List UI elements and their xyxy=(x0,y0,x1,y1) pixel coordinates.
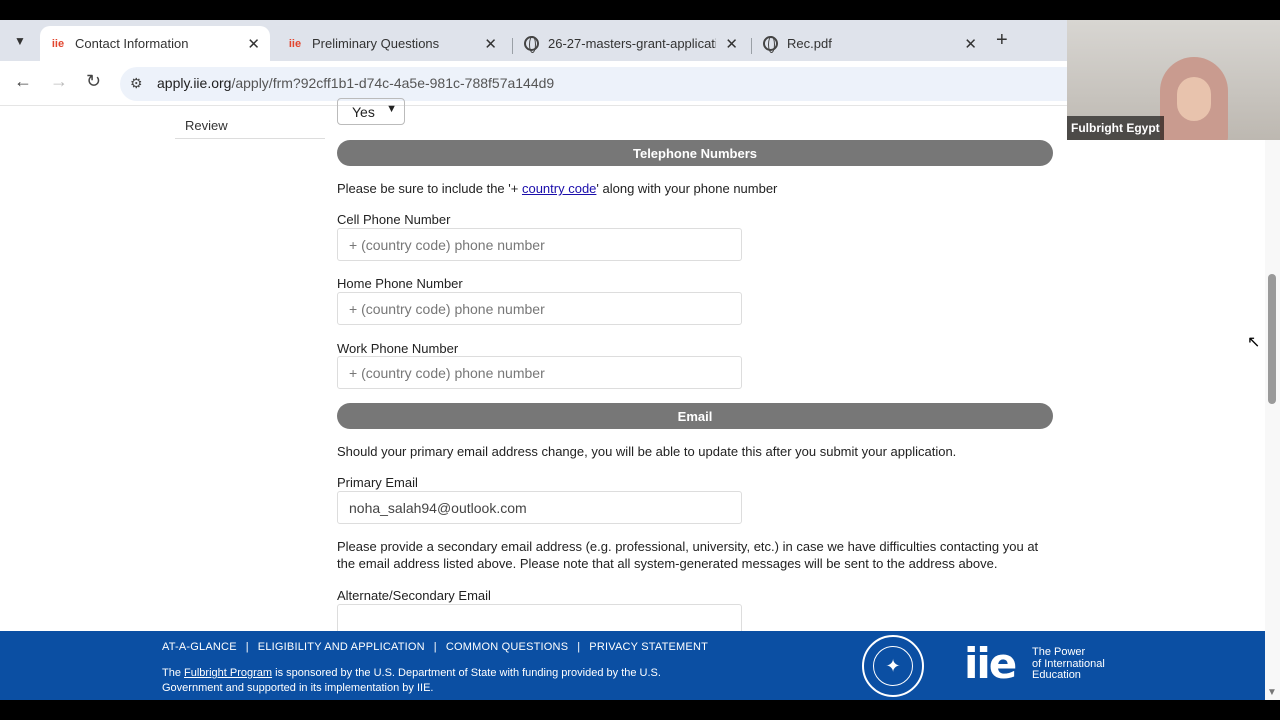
url-domain: apply.iie.org xyxy=(157,75,232,91)
cell-phone-input[interactable]: + (country code) phone number xyxy=(337,228,742,261)
video-call-thumbnail[interactable]: Fulbright Egypt xyxy=(1067,20,1280,140)
globe-icon xyxy=(524,36,539,53)
footer-separator: | xyxy=(433,641,437,653)
close-tab-icon[interactable]: ✕ xyxy=(725,35,738,53)
address-toolbar: ← → ↻ ⚙ apply.iie.org/apply/frm?92cff1b1… xyxy=(0,61,1067,106)
scrollbar-track[interactable] xyxy=(1265,140,1280,700)
url-text[interactable]: apply.iie.org/apply/frm?92cff1b1-d74c-4a… xyxy=(157,75,554,91)
tab-preliminary-questions[interactable]: iie Preliminary Questions ✕ xyxy=(277,26,507,61)
footer-link-privacy-statement[interactable]: PRIVACY STATEMENT xyxy=(589,641,708,653)
footer-separator: | xyxy=(577,641,581,653)
cell-phone-label: Cell Phone Number xyxy=(337,212,451,227)
globe-icon xyxy=(763,36,778,53)
close-tab-icon[interactable]: ✕ xyxy=(247,35,260,53)
yes-no-select[interactable]: Yes ▼ xyxy=(337,98,405,125)
back-arrow-icon[interactable]: ← xyxy=(14,71,32,92)
tagline-line: Education xyxy=(1032,669,1081,681)
telephone-section-header: Telephone Numbers xyxy=(337,140,1053,166)
tab-title: Rec.pdf xyxy=(787,36,832,51)
tab-strip: ▼ iie Contact Information ✕ iie Prelimin… xyxy=(0,20,1067,61)
alternate-email-label: Alternate/Secondary Email xyxy=(337,588,491,603)
forward-arrow-icon[interactable]: → xyxy=(50,71,68,92)
tab-title: 26-27-masters-grant-applicatio xyxy=(548,36,716,51)
email-section-header: Email xyxy=(337,403,1053,429)
iie-favicon-icon: iie xyxy=(51,37,65,50)
site-settings-icon[interactable]: ⚙ xyxy=(130,75,143,92)
telephone-instruction: Please be sure to include the '+ country… xyxy=(337,180,777,197)
participant-face xyxy=(1177,77,1211,121)
email-change-note: Should your primary email address change… xyxy=(337,444,957,459)
secondary-email-note: Please provide a secondary email address… xyxy=(337,539,1039,571)
home-phone-label: Home Phone Number xyxy=(337,276,463,291)
reload-icon[interactable]: ↻ xyxy=(86,71,101,92)
sidebar-item-review[interactable]: Review xyxy=(175,112,325,139)
address-bar[interactable]: ⚙ apply.iie.org/apply/frm?92cff1b1-d74c-… xyxy=(120,67,1067,101)
footer-link-at-a-glance[interactable]: AT-A-GLANCE xyxy=(162,641,237,653)
primary-email-label: Primary Email xyxy=(337,475,418,490)
tab-title: Preliminary Questions xyxy=(312,36,440,51)
url-path: /apply/frm?92cff1b1-d74c-4a5e-981c-788f5… xyxy=(231,75,555,91)
tab-contact-information[interactable]: iie Contact Information ✕ xyxy=(40,26,270,61)
tab-rec-pdf[interactable]: Rec.pdf ✕ xyxy=(753,26,987,61)
work-phone-label: Work Phone Number xyxy=(337,341,459,356)
country-code-link[interactable]: country code xyxy=(522,181,596,196)
tab-separator xyxy=(512,38,513,54)
note-prefix: The xyxy=(162,667,185,679)
footer-link-common-questions[interactable]: COMMON QUESTIONS xyxy=(446,641,568,653)
department-of-state-seal-icon: ✦ xyxy=(862,635,924,697)
mouse-cursor-icon: ↖ xyxy=(1247,334,1261,351)
scrollbar-thumb[interactable] xyxy=(1268,274,1276,404)
iie-logo[interactable]: iie xyxy=(964,641,1017,687)
select-value: Yes xyxy=(352,104,375,120)
close-tab-icon[interactable]: ✕ xyxy=(964,35,977,53)
site-footer: AT-A-GLANCE | ELIGIBILITY AND APPLICATIO… xyxy=(0,631,1265,700)
tagline-line: The Power xyxy=(1032,646,1086,658)
footer-sponsor-note: The Fulbright Program is sponsored by th… xyxy=(162,666,682,696)
instruction-prefix: Please be sure to include the '+ xyxy=(337,181,522,196)
work-phone-input[interactable]: + (country code) phone number xyxy=(337,356,742,389)
tab-title: Contact Information xyxy=(75,36,189,51)
chevron-down-icon: ▼ xyxy=(386,103,397,115)
fulbright-program-link[interactable]: Fulbright Program xyxy=(184,667,272,679)
footer-link-eligibility[interactable]: ELIGIBILITY AND APPLICATION xyxy=(258,641,425,653)
new-tab-plus-icon[interactable]: + xyxy=(996,29,1008,52)
footer-links: AT-A-GLANCE | ELIGIBILITY AND APPLICATIO… xyxy=(162,641,708,653)
primary-email-input[interactable]: noha_salah94@outlook.com xyxy=(337,491,742,524)
home-phone-input[interactable]: + (country code) phone number xyxy=(337,292,742,325)
instruction-suffix: ' along with your phone number xyxy=(596,181,778,196)
top-black-bar xyxy=(0,0,1280,20)
footer-separator: | xyxy=(245,641,249,653)
tab-separator xyxy=(751,38,752,54)
iie-favicon-icon: iie xyxy=(288,37,302,50)
iie-tagline: The Power of International Education xyxy=(1032,646,1105,682)
tab-masters-grant-application[interactable]: 26-27-masters-grant-applicatio ✕ xyxy=(514,26,748,61)
participant-name-label: Fulbright Egypt xyxy=(1067,116,1164,140)
seal-eagle-icon: ✦ xyxy=(873,646,913,686)
scroll-down-arrow-icon[interactable]: ▼ xyxy=(1267,687,1277,698)
bottom-black-bar xyxy=(0,700,1280,720)
screen: ▼ iie Contact Information ✕ iie Prelimin… xyxy=(0,0,1280,720)
tab-search-chevron-icon[interactable]: ▼ xyxy=(8,29,32,53)
close-tab-icon[interactable]: ✕ xyxy=(484,35,497,53)
